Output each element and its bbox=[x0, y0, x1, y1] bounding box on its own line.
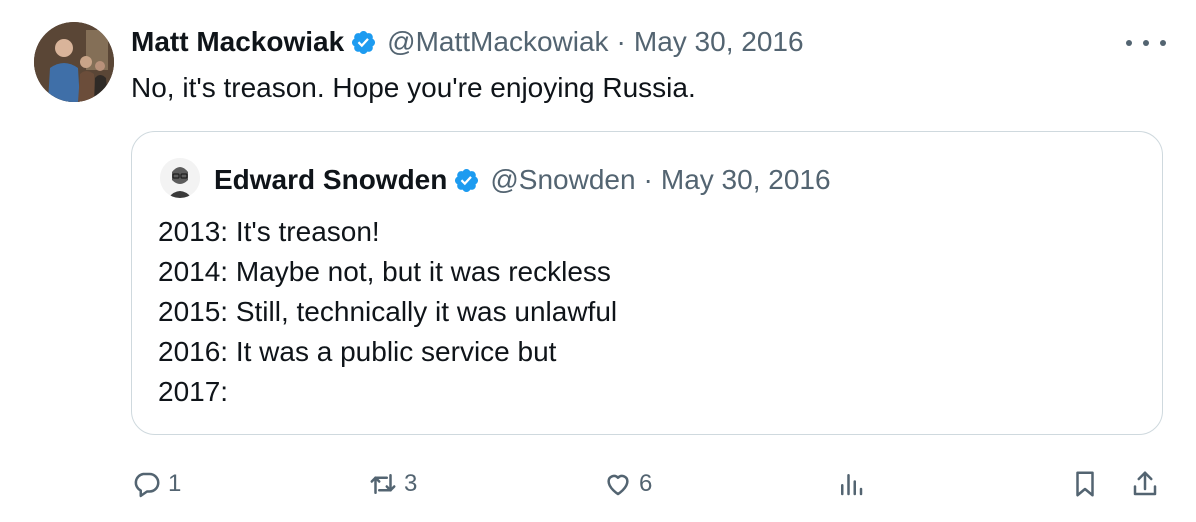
quoted-line: 2013: It's treason! bbox=[158, 216, 380, 247]
bookmark-button[interactable] bbox=[1070, 462, 1100, 506]
quoted-date: May 30, 2016 bbox=[660, 164, 831, 195]
tweet-text: No, it's treason. Hope you're enjoying R… bbox=[131, 72, 696, 103]
quoted-line: 2015: Still, technically it was unlawful bbox=[158, 296, 618, 327]
quoted-header: Edward Snowden @Snowden · May 30, 2016 bbox=[214, 162, 831, 198]
share-icon bbox=[1133, 471, 1157, 496]
views-button[interactable] bbox=[836, 462, 866, 506]
quoted-tweet[interactable]: Edward Snowden @Snowden · May 30, 2016 2… bbox=[131, 131, 1163, 435]
quoted-text: 2013: It's treason! 2014: Maybe not, but… bbox=[158, 212, 617, 412]
reply-button[interactable]: 1 bbox=[132, 462, 181, 506]
quoted-author-avatar bbox=[160, 158, 200, 198]
verified-badge-icon bbox=[455, 168, 479, 192]
author-avatar[interactable] bbox=[34, 22, 114, 102]
quoted-line: 2016: It was a public service but bbox=[158, 336, 557, 367]
like-count: 6 bbox=[639, 470, 653, 497]
retweet-button[interactable]: 3 bbox=[368, 462, 417, 506]
author-name[interactable]: Matt Mackowiak bbox=[131, 26, 344, 58]
quoted-line: 2014: Maybe not, but it was reckless bbox=[158, 256, 611, 287]
share-button[interactable] bbox=[1130, 462, 1160, 506]
quoted-header-separator: · bbox=[643, 164, 653, 195]
like-icon bbox=[607, 474, 629, 496]
verified-badge-icon bbox=[352, 30, 376, 54]
reply-icon bbox=[134, 472, 160, 498]
like-button[interactable]: 6 bbox=[603, 462, 652, 506]
retweet-count: 3 bbox=[404, 470, 418, 497]
more-icon[interactable] bbox=[1126, 36, 1166, 50]
author-handle[interactable]: @MattMackowiak bbox=[387, 26, 608, 58]
bookmark-icon bbox=[1076, 471, 1094, 497]
tweet-header: Matt Mackowiak @MattMackowiak · May 30, … bbox=[131, 24, 804, 60]
tweet-card: Matt Mackowiak @MattMackowiak · May 30, … bbox=[0, 0, 1196, 522]
reply-count: 1 bbox=[168, 470, 182, 497]
quoted-line: 2017: bbox=[158, 376, 229, 407]
views-icon bbox=[841, 474, 863, 496]
quoted-author-handle: @Snowden bbox=[490, 164, 636, 195]
action-bar: 1 3 6 bbox=[0, 462, 1196, 506]
tweet-date[interactable]: May 30, 2016 bbox=[634, 26, 804, 58]
quoted-author-name: Edward Snowden bbox=[214, 164, 448, 195]
retweet-icon bbox=[370, 474, 396, 494]
header-separator: · bbox=[616, 26, 626, 57]
